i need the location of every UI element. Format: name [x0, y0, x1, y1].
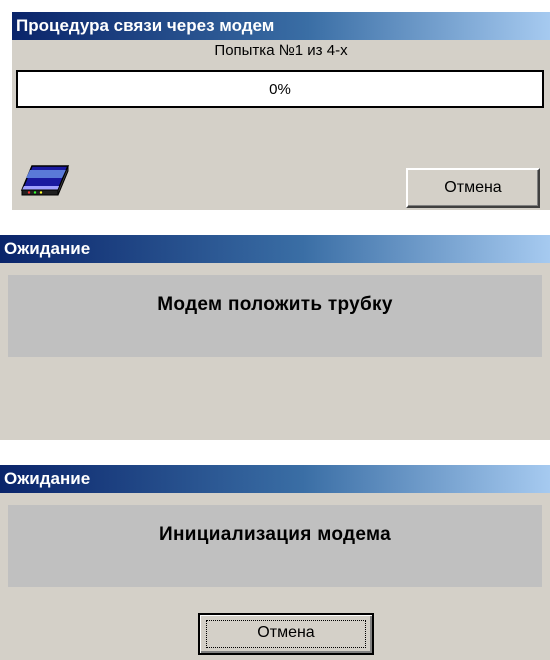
message-panel: Инициализация модема	[8, 505, 542, 587]
dialog-title: Ожидание	[0, 465, 550, 493]
waiting-dialog-init: Ожидание Инициализация модема Отмена	[0, 465, 550, 660]
progress-bar: 0%	[16, 70, 544, 108]
status-message: Инициализация модема	[159, 524, 391, 545]
waiting-dialog-hangup: Ожидание Модем положить трубку	[0, 235, 550, 440]
modem-icon	[20, 160, 72, 196]
attempt-counter: Попытка №1 из 4-х	[214, 42, 348, 59]
cancel-button[interactable]: Отмена	[406, 168, 540, 208]
message-panel: Модем положить трубку	[8, 275, 542, 357]
cancel-button[interactable]: Отмена	[198, 613, 374, 655]
dialog-title: Ожидание	[0, 235, 550, 263]
cancel-button-label: Отмена	[257, 624, 315, 641]
modem-connection-dialog: Процедура связи через модем Попытка №1 и…	[12, 12, 550, 210]
dialog-title: Процедура связи через модем	[12, 12, 550, 40]
progress-percent: 0%	[269, 81, 291, 98]
status-message: Модем положить трубку	[157, 294, 393, 315]
